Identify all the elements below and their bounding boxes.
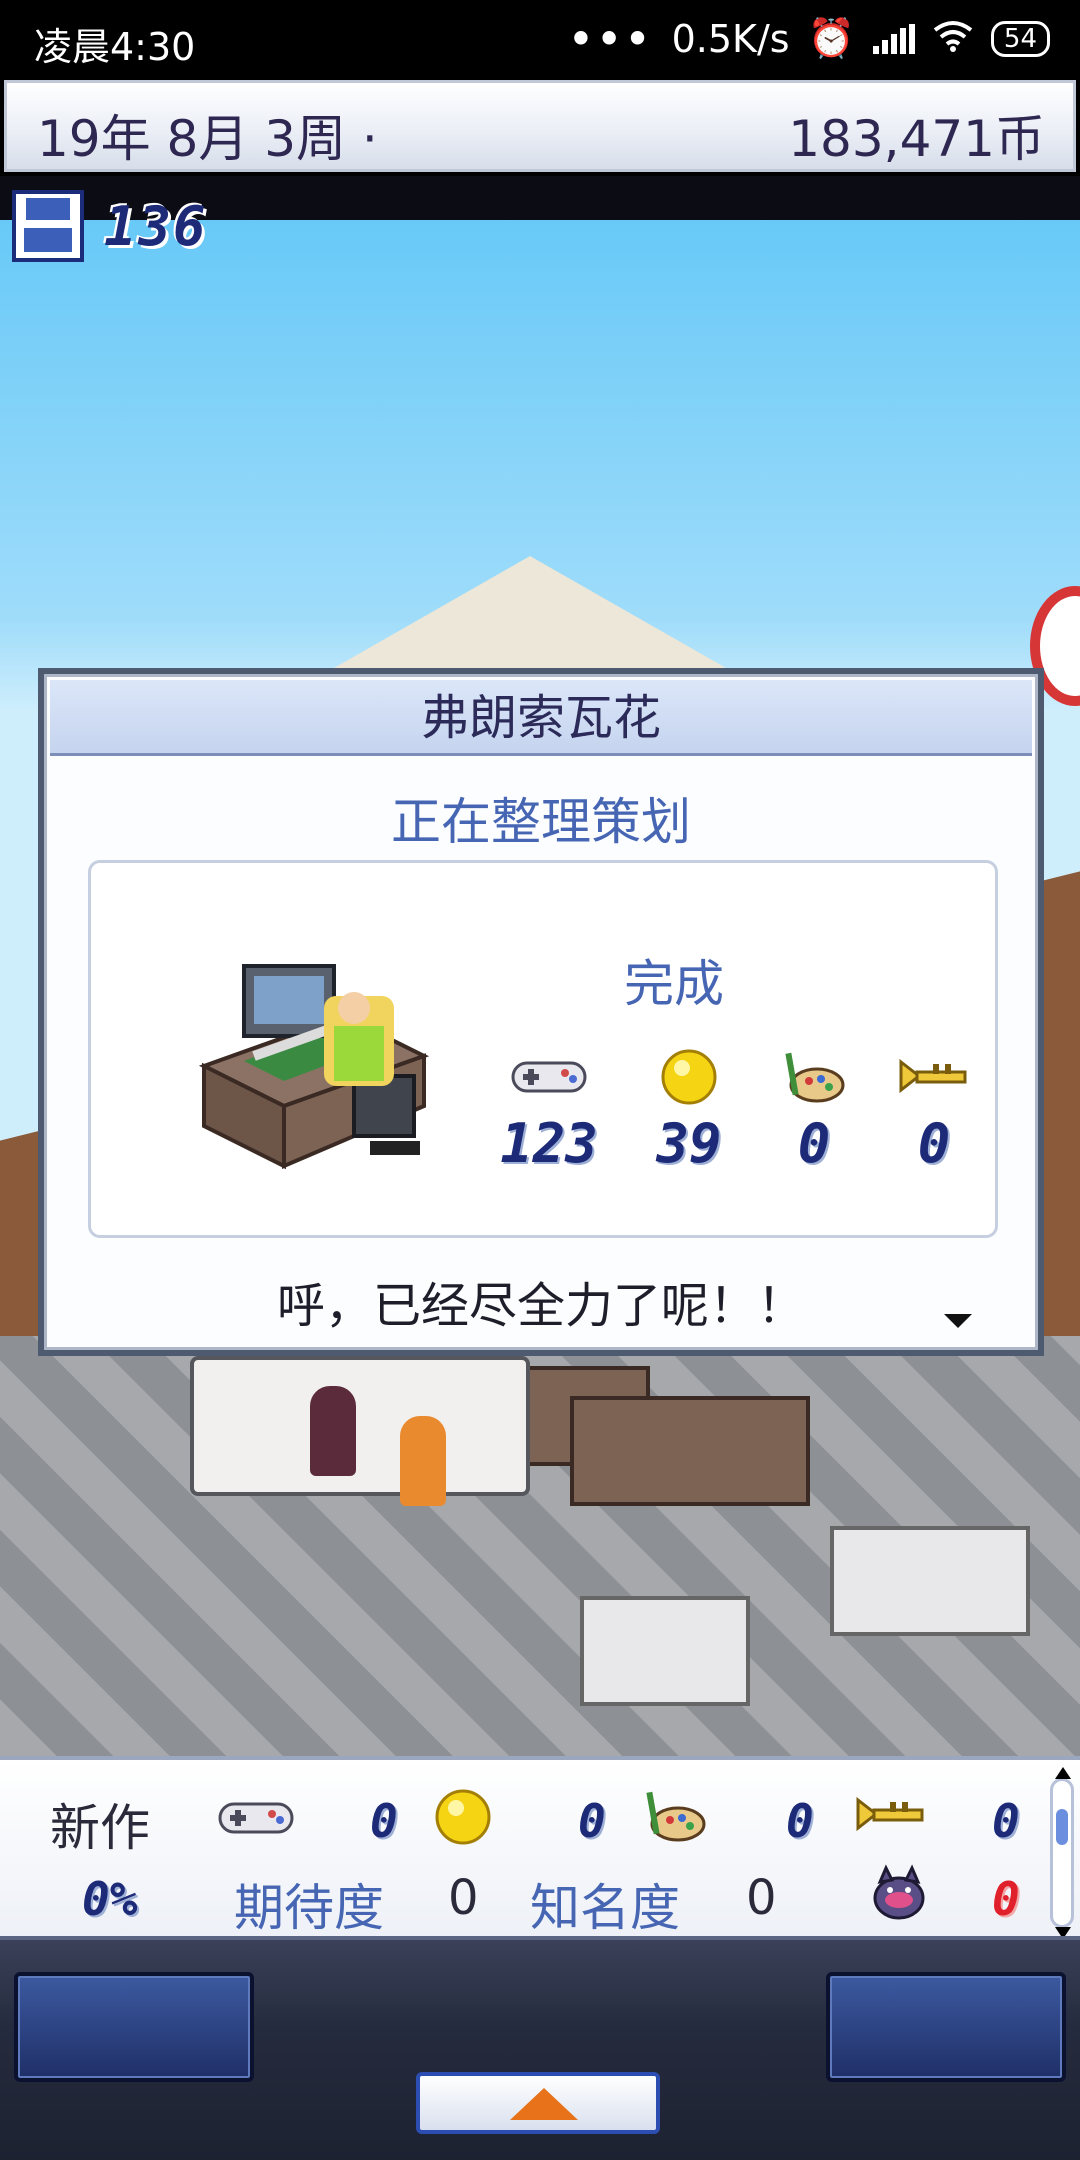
bookshelf-right[interactable] bbox=[830, 1526, 1030, 1636]
gold-coin-icon bbox=[624, 1042, 754, 1112]
fame-value: 0 bbox=[746, 1870, 777, 1926]
network-speed: 0.5K/s bbox=[671, 16, 790, 61]
bug-count-value: 0 bbox=[992, 1872, 1020, 1926]
staff-progress-dialog[interactable]: 弗朗索瓦花 正在整理策划 完成 123 39 0 0 呼，已经尽全力了呢！！ bbox=[38, 668, 1044, 1356]
fame-label: 知名度 bbox=[530, 1879, 680, 1937]
paint-palette-icon bbox=[749, 1042, 879, 1112]
info-graphics-value: 0 bbox=[786, 1794, 814, 1848]
floppy-disk-icon bbox=[12, 190, 84, 262]
trumpet-icon bbox=[856, 1794, 926, 1840]
stat-creativity: 39 bbox=[624, 1042, 754, 1175]
receptionist-2[interactable] bbox=[400, 1416, 446, 1506]
dialog-status-text: 正在整理策划 bbox=[391, 793, 691, 851]
stat-graphics-value: 0 bbox=[797, 1112, 831, 1175]
right-menu-button[interactable] bbox=[826, 1972, 1066, 2082]
stat-creativity-value: 39 bbox=[656, 1112, 722, 1175]
info-row-stats: 新作 0 0 0 0 bbox=[0, 1782, 1040, 1862]
expectation-value: 0 bbox=[448, 1870, 479, 1926]
info-sound-value: 0 bbox=[992, 1794, 1020, 1848]
info-creativity-value: 0 bbox=[578, 1794, 606, 1848]
continue-arrow-icon[interactable] bbox=[944, 1314, 972, 1328]
stat-fun-value: 123 bbox=[500, 1112, 598, 1175]
receptionist-1[interactable] bbox=[310, 1386, 356, 1476]
gold-coin-icon bbox=[434, 1788, 492, 1850]
info-fun-value: 0 bbox=[370, 1794, 398, 1848]
expand-menu-button[interactable] bbox=[416, 2072, 660, 2134]
trumpet-icon bbox=[869, 1042, 999, 1112]
dialog-message: 呼，已经尽全力了呢！！ bbox=[276, 1278, 805, 1334]
paint-palette-icon bbox=[644, 1788, 706, 1848]
money-display: 183,471币 bbox=[788, 110, 1045, 168]
more-dots-icon: ••• bbox=[568, 16, 654, 61]
info-row-popularity: 0% 期待度 0 知名度 0 0 bbox=[0, 1864, 1040, 1944]
bottom-control-bar bbox=[0, 1936, 1080, 2160]
result-stats: 123 39 0 0 bbox=[454, 1042, 1014, 1212]
stat-graphics: 0 bbox=[749, 1042, 879, 1175]
scroll-up-icon[interactable] bbox=[1055, 1767, 1071, 1779]
new-work-label: 新作 bbox=[50, 1799, 150, 1857]
scroll-thumb[interactable] bbox=[1056, 1809, 1068, 1845]
gamepad-icon bbox=[484, 1042, 614, 1112]
bug-monster-icon bbox=[870, 1864, 928, 1926]
wifi-icon bbox=[933, 17, 973, 61]
info-scrollbar[interactable] bbox=[1050, 1767, 1074, 1939]
signal-icon bbox=[872, 23, 915, 54]
office-desk-2[interactable] bbox=[570, 1396, 810, 1506]
status-icons: ••• 0.5K/s ⏰ 54 bbox=[569, 16, 1050, 61]
game-date: 19年 8月 3周 · bbox=[37, 110, 378, 168]
storage-shelf[interactable] bbox=[580, 1596, 750, 1706]
left-menu-button[interactable] bbox=[14, 1972, 254, 2082]
top-info-bar: 19年 8月 3周 · 183,471币 bbox=[4, 80, 1076, 172]
gamepad-icon bbox=[218, 1800, 294, 1840]
reception-counter[interactable] bbox=[190, 1356, 530, 1496]
battery-indicator: 54 bbox=[990, 20, 1050, 57]
status-bar: 凌晨4:30 ••• 0.5K/s ⏰ 54 bbox=[0, 0, 1080, 76]
progress-percent: 0% bbox=[82, 1872, 138, 1926]
save-count-value: 136 bbox=[104, 194, 208, 258]
dialog-title: 弗朗索瓦花 bbox=[50, 680, 1032, 756]
result-label: 完成 bbox=[624, 955, 724, 1013]
expectation-label: 期待度 bbox=[234, 1879, 384, 1937]
up-arrow-icon bbox=[510, 2088, 578, 2120]
save-counter[interactable]: 136 bbox=[12, 190, 208, 262]
stat-fun: 123 bbox=[484, 1042, 614, 1175]
stat-sound: 0 bbox=[869, 1042, 999, 1175]
new-game-info-panel[interactable]: 新作 0 0 0 0 0% 期待度 0 知名度 0 0 bbox=[0, 1756, 1080, 1939]
alarm-clock-icon: ⏰ bbox=[807, 16, 855, 60]
workstation-illustration bbox=[198, 964, 430, 1170]
stat-sound-value: 0 bbox=[917, 1112, 951, 1175]
status-time: 凌晨4:30 bbox=[34, 25, 196, 69]
